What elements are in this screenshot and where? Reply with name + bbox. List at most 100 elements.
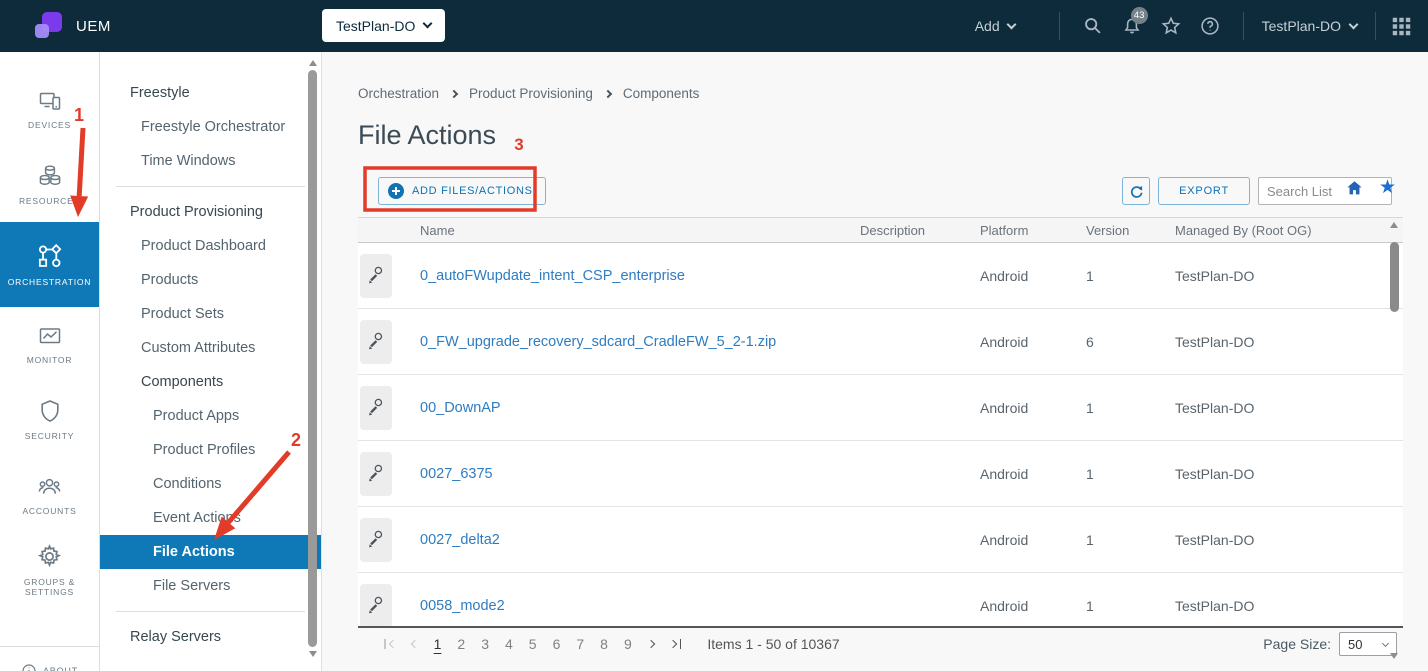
page-number-2[interactable]: 2 xyxy=(457,636,465,652)
edit-pencil-icon[interactable] xyxy=(360,254,392,298)
favorite-star-icon[interactable]: ★ xyxy=(1379,178,1396,197)
table-row[interactable]: 0027_6375 Android 1 TestPlan-DO xyxy=(358,441,1403,507)
sidebar-item-devices[interactable]: DEVICES xyxy=(0,72,99,147)
file-action-name-link[interactable]: 00_DownAP xyxy=(400,400,860,416)
sidebar-item-security[interactable]: SECURITY xyxy=(0,382,99,457)
edit-pencil-icon[interactable] xyxy=(360,386,392,430)
edit-pencil-icon[interactable] xyxy=(360,320,392,364)
page-number-7[interactable]: 7 xyxy=(576,636,584,652)
column-header-managed-by[interactable]: Managed By (Root OG) xyxy=(1175,223,1403,238)
nav-item-product-apps[interactable]: Product Apps xyxy=(100,399,321,433)
table-row[interactable]: 0_FW_upgrade_recovery_sdcard_CradleFW_5_… xyxy=(358,309,1403,375)
sidebar-item-resources[interactable]: RESOURCES xyxy=(0,147,99,222)
chevron-down-icon xyxy=(1006,19,1016,29)
file-action-name-link[interactable]: 0058_mode2 xyxy=(400,598,860,614)
nav-header-relay-servers[interactable]: Relay Servers xyxy=(100,620,321,654)
nav-item-event-actions[interactable]: Event Actions xyxy=(100,501,321,535)
nav-item-freestyle-orchestrator[interactable]: Freestyle Orchestrator xyxy=(100,110,321,144)
favorites-star-icon[interactable] xyxy=(1160,15,1182,37)
nav-item-time-windows[interactable]: Time Windows xyxy=(100,144,321,178)
table-row[interactable]: 00_DownAP Android 1 TestPlan-DO xyxy=(358,375,1403,441)
prev-page-button[interactable] xyxy=(412,641,418,647)
breadcrumb: Orchestration Product Provisioning Compo… xyxy=(358,86,1428,101)
scroll-up-arrow-icon[interactable] xyxy=(309,60,317,66)
organization-group-selector[interactable]: TestPlan-DO xyxy=(322,9,445,42)
breadcrumb-product-provisioning[interactable]: Product Provisioning xyxy=(469,86,593,101)
resources-icon xyxy=(37,164,63,189)
notifications-bell-icon[interactable]: 43 xyxy=(1121,15,1143,37)
uem-logo-icon xyxy=(34,12,62,40)
edit-pencil-icon[interactable] xyxy=(360,584,392,627)
page-number-8[interactable]: 8 xyxy=(600,636,608,652)
add-menu-button[interactable]: Add xyxy=(975,18,1015,34)
cell-managed-by: TestPlan-DO xyxy=(1175,598,1403,614)
table-row[interactable]: 0_autoFWupdate_intent_CSP_enterprise And… xyxy=(358,243,1403,309)
cell-platform: Android xyxy=(980,466,1086,482)
page-number-1[interactable]: 1 xyxy=(434,636,442,652)
cell-managed-by: TestPlan-DO xyxy=(1175,532,1403,548)
column-header-version[interactable]: Version xyxy=(1086,223,1175,238)
table-row[interactable]: 0058_mode2 Android 1 TestPlan-DO xyxy=(358,573,1403,626)
add-files-actions-button[interactable]: ADD FILES/ACTIONS xyxy=(378,177,546,205)
nav-item-products[interactable]: Products xyxy=(100,263,321,297)
topbar-divider xyxy=(1243,12,1244,40)
nav-header-product-provisioning: Product Provisioning xyxy=(100,195,321,229)
file-action-name-link[interactable]: 0_FW_upgrade_recovery_sdcard_CradleFW_5_… xyxy=(400,334,860,350)
breadcrumb-orchestration[interactable]: Orchestration xyxy=(358,86,439,101)
nav-item-product-profiles[interactable]: Product Profiles xyxy=(100,433,321,467)
column-header-description[interactable]: Description xyxy=(860,223,980,238)
app-grid-icon[interactable] xyxy=(1390,15,1412,37)
nav-item-product-sets[interactable]: Product Sets xyxy=(100,297,321,331)
scroll-up-arrow-icon[interactable] xyxy=(1390,222,1398,228)
sidebar-item-groups-settings[interactable]: GROUPS & SETTINGS xyxy=(0,532,99,607)
export-button[interactable]: EXPORT xyxy=(1158,177,1250,205)
column-header-platform[interactable]: Platform xyxy=(980,223,1086,238)
sidebar-item-label: ACCOUNTS xyxy=(22,506,76,516)
nav-header-freestyle: Freestyle xyxy=(100,76,321,110)
table-scrollbar[interactable] xyxy=(1388,222,1400,659)
breadcrumb-components[interactable]: Components xyxy=(623,86,700,101)
scrollbar-thumb[interactable] xyxy=(308,70,317,647)
next-page-button[interactable] xyxy=(648,641,654,647)
nav-item-product-dashboard[interactable]: Product Dashboard xyxy=(100,229,321,263)
scroll-down-arrow-icon[interactable] xyxy=(1390,653,1398,659)
last-page-button[interactable] xyxy=(670,639,682,649)
cell-version: 1 xyxy=(1086,532,1175,548)
edit-pencil-icon[interactable] xyxy=(360,518,392,562)
sidebar-item-about[interactable]: ABOUT xyxy=(0,646,99,671)
nav-header-components[interactable]: Components xyxy=(100,365,321,399)
account-selector[interactable]: TestPlan-DO xyxy=(1262,18,1357,34)
page-number-5[interactable]: 5 xyxy=(529,636,537,652)
file-action-name-link[interactable]: 0_autoFWupdate_intent_CSP_enterprise xyxy=(400,268,860,284)
nav-item-conditions[interactable]: Conditions xyxy=(100,467,321,501)
page-number-4[interactable]: 4 xyxy=(505,636,513,652)
page-number-9[interactable]: 9 xyxy=(624,636,632,652)
cell-version: 1 xyxy=(1086,598,1175,614)
table-row[interactable]: 0027_delta2 Android 1 TestPlan-DO xyxy=(358,507,1403,573)
search-icon[interactable] xyxy=(1082,15,1104,37)
sidebar-item-monitor[interactable]: MONITOR xyxy=(0,307,99,382)
orchestration-icon xyxy=(36,243,64,270)
file-action-name-link[interactable]: 0027_6375 xyxy=(400,466,860,482)
page-number-3[interactable]: 3 xyxy=(481,636,489,652)
scroll-down-arrow-icon[interactable] xyxy=(309,651,317,657)
nav-item-file-servers[interactable]: File Servers xyxy=(100,569,321,603)
secondary-sidebar-scrollbar[interactable] xyxy=(307,60,318,657)
help-icon[interactable] xyxy=(1199,15,1221,37)
nav-item-custom-attributes[interactable]: Custom Attributes xyxy=(100,331,321,365)
scrollbar-thumb[interactable] xyxy=(1390,242,1399,312)
sidebar-item-accounts[interactable]: ACCOUNTS xyxy=(0,457,99,532)
refresh-button[interactable] xyxy=(1122,177,1150,205)
file-action-name-link[interactable]: 0027_delta2 xyxy=(400,532,860,548)
edit-pencil-icon[interactable] xyxy=(360,452,392,496)
cell-version: 1 xyxy=(1086,466,1175,482)
nav-item-file-actions[interactable]: File Actions xyxy=(100,535,321,569)
cell-version: 1 xyxy=(1086,400,1175,416)
first-page-button[interactable] xyxy=(384,639,396,649)
notification-count-badge: 43 xyxy=(1131,7,1148,24)
sidebar-item-orchestration[interactable]: ORCHESTRATION xyxy=(0,222,99,307)
home-icon[interactable] xyxy=(1345,179,1364,197)
column-header-name[interactable]: Name xyxy=(400,223,860,238)
page-number-6[interactable]: 6 xyxy=(553,636,561,652)
topbar-divider xyxy=(1059,12,1060,40)
